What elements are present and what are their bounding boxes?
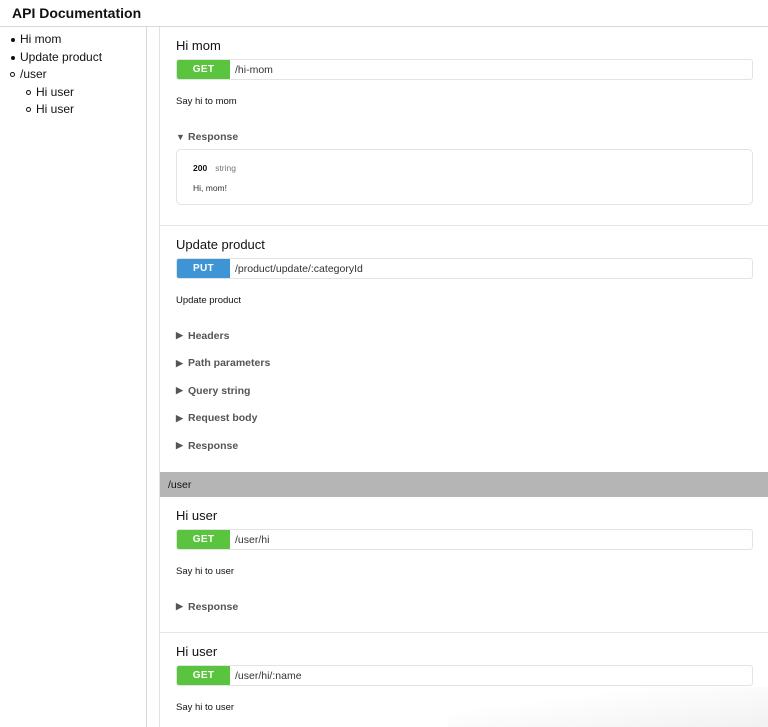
endpoint-title: Hi user xyxy=(176,644,218,659)
response-toggle[interactable]: ▶ Response xyxy=(176,600,753,613)
response-body: Hi, mom! xyxy=(193,183,227,193)
triangle-right-icon: ▶ xyxy=(176,601,183,611)
endpoint-title: Update product xyxy=(176,237,265,252)
triangle-down-icon: ▼ xyxy=(176,131,185,142)
main-content: Hi mom GET /hi-mom Say hi to mom ▼ Respo… xyxy=(159,27,768,727)
triangle-right-icon: ▶ xyxy=(176,440,183,450)
section-label: Response xyxy=(188,600,239,613)
endpoint-title: Hi user xyxy=(176,508,218,523)
section-label: Path parameters xyxy=(188,357,271,369)
sidebar-item-update-product[interactable]: Update product xyxy=(0,49,146,67)
method-bar[interactable]: PUT /product/update/:categoryId xyxy=(176,258,753,279)
sidebar-item-label: Hi user xyxy=(36,102,75,116)
sidebar-item-label: Hi mom xyxy=(20,32,62,46)
endpoint-description: Say hi to mom xyxy=(176,96,237,107)
endpoint-update-product: Update product PUT /product/update/:cate… xyxy=(160,226,768,472)
triangle-right-icon: ▶ xyxy=(176,412,183,423)
group-header-user: /user xyxy=(160,472,768,497)
method-badge-get: GET xyxy=(177,530,230,549)
section-label: Response xyxy=(188,130,239,143)
response-type: string xyxy=(215,163,236,173)
endpoint-path: /user/hi xyxy=(235,533,270,546)
endpoint-path: /hi-mom xyxy=(235,63,273,76)
path-parameters-toggle[interactable]: ▶ Path parameters xyxy=(176,357,753,370)
endpoint-title: Hi mom xyxy=(176,38,221,53)
method-bar[interactable]: GET /user/hi/:name xyxy=(176,665,753,686)
sidebar-item-label: Update product xyxy=(20,49,103,64)
bullet-circle-icon xyxy=(26,89,31,95)
endpoint-hi-user: Hi user GET /user/hi Say hi to user ▶ Re… xyxy=(160,497,768,633)
endpoint-path: /product/update/:categoryId xyxy=(235,262,363,275)
section-label: Response xyxy=(188,439,239,452)
section-label: Query string xyxy=(188,384,251,397)
endpoint-description: Say hi to user xyxy=(176,566,235,577)
app-header: API Documentation xyxy=(0,0,768,27)
sidebar-item-hi-mom[interactable]: Hi mom xyxy=(0,31,146,49)
bullet-circle-icon xyxy=(26,107,31,112)
method-badge-put: PUT xyxy=(177,259,230,278)
triangle-right-icon: ▶ xyxy=(176,330,183,340)
sidebar-item-hi-user[interactable]: Hi user xyxy=(0,84,146,102)
method-badge-get: GET xyxy=(177,666,230,685)
endpoint-description: Update product xyxy=(176,295,241,306)
method-bar[interactable]: GET /user/hi xyxy=(176,529,753,550)
status-code: 200 xyxy=(193,163,208,173)
section-label: Request body xyxy=(188,412,258,424)
bullet-disc-icon xyxy=(11,55,15,60)
query-string-toggle[interactable]: ▶ Query string xyxy=(176,384,753,397)
endpoint-hi-mom: Hi mom GET /hi-mom Say hi to mom ▼ Respo… xyxy=(160,27,768,226)
endpoint-hi-user-name: Hi user GET /user/hi/:name Say hi to use… xyxy=(160,633,768,713)
app-title: API Documentation xyxy=(12,5,142,21)
section-label: Headers xyxy=(188,329,230,342)
sidebar-item-label: Hi user xyxy=(36,84,75,99)
triangle-right-icon: ▶ xyxy=(176,385,183,395)
endpoint-description: Say hi to user xyxy=(176,702,235,713)
response-panel: 200 string Hi, mom! xyxy=(176,149,753,205)
response-toggle[interactable]: ▶ Response xyxy=(176,439,753,452)
request-body-toggle[interactable]: ▶ Request body xyxy=(176,412,753,425)
headers-toggle[interactable]: ▶ Headers xyxy=(176,329,753,342)
endpoint-path: /user/hi/:name xyxy=(235,669,302,682)
bullet-circle-icon xyxy=(10,72,15,77)
response-toggle[interactable]: ▼ Response xyxy=(176,130,753,143)
group-name: /user xyxy=(168,478,192,491)
sidebar-item-hi-user-name[interactable]: Hi user xyxy=(0,101,146,119)
method-badge-get: GET xyxy=(177,60,230,79)
triangle-right-icon: ▶ xyxy=(176,357,183,368)
sidebar-item-user-group[interactable]: /user xyxy=(0,66,146,84)
method-bar[interactable]: GET /hi-mom xyxy=(176,59,753,80)
sidebar-item-label: /user xyxy=(20,67,47,81)
bullet-disc-icon xyxy=(11,38,15,42)
sidebar: Hi mom Update product /user Hi user Hi u… xyxy=(0,27,147,727)
response-status-line: 200 string xyxy=(193,162,736,174)
layout: Hi mom Update product /user Hi user Hi u… xyxy=(0,27,768,727)
gutter xyxy=(147,27,159,727)
